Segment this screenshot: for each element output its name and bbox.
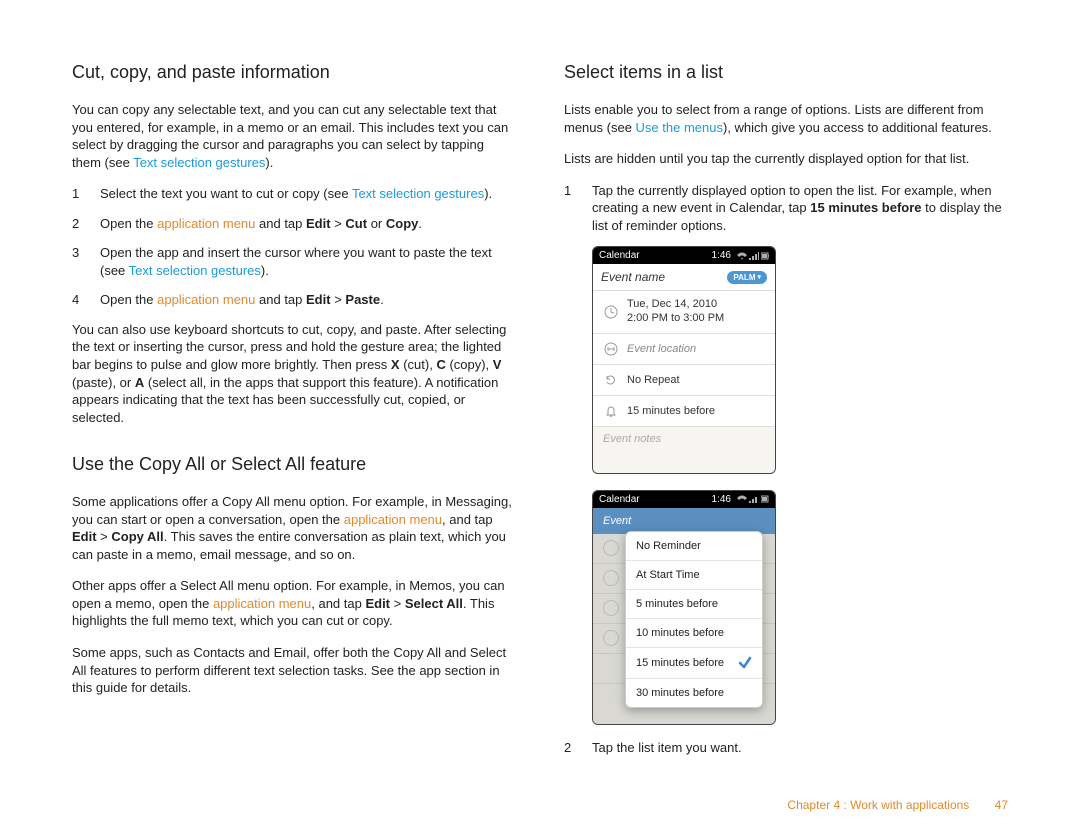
figure-wrapper-1: Calendar 1:46 Event name PALM Tue, Dec 1… (564, 246, 1008, 725)
link-use-menus[interactable]: Use the menus (636, 120, 723, 135)
status-bar: Calendar 1:46 (593, 247, 775, 264)
repeat-row[interactable]: No Repeat (593, 365, 775, 396)
right-column: Select items in a list Lists enable you … (564, 60, 1008, 768)
step-number: 1 (72, 185, 82, 203)
step-number: 3 (72, 244, 82, 279)
reminder-label: 15 minutes before (627, 405, 715, 417)
link-application-menu-2[interactable]: application menu (157, 292, 255, 307)
chapter-label: Chapter 4 : Work with applications (787, 798, 969, 812)
repeat-label: No Repeat (627, 374, 680, 386)
event-notes[interactable]: Event notes (593, 427, 775, 473)
location-icon (603, 341, 619, 357)
app-title: Calendar (599, 494, 712, 505)
battery-icon (761, 252, 769, 260)
status-time: 1:46 (712, 494, 731, 505)
clock-icon (603, 304, 619, 320)
link-application-menu-3[interactable]: application menu (344, 512, 442, 527)
para-shortcuts: You can also use keyboard shortcuts to c… (72, 321, 516, 426)
step-number: 2 (564, 739, 574, 757)
link-application-menu-1[interactable]: application menu (157, 216, 255, 231)
reminder-row[interactable]: 15 minutes before (593, 396, 775, 427)
status-icons (737, 495, 769, 503)
heading-copy-all: Use the Copy All or Select All feature (72, 454, 516, 475)
phone-mock-2: Calendar 1:46 Event No Reminder At Start… (592, 490, 776, 725)
location-label: Event location (627, 343, 696, 355)
popup-option[interactable]: No Reminder (626, 532, 762, 561)
event-name-input: Event name (601, 270, 727, 284)
wifi-icon (737, 495, 747, 503)
step-number: 1 (564, 182, 574, 235)
popup-option[interactable]: 30 minutes before (626, 679, 762, 707)
event-name-row[interactable]: Event name PALM (593, 264, 775, 291)
signal-icon (749, 252, 759, 260)
para-copyall-2: Other apps offer a Select All menu optio… (72, 577, 516, 630)
left-column: Cut, copy, and paste information You can… (72, 60, 516, 768)
date-row[interactable]: Tue, Dec 14, 2010 2:00 PM to 3:00 PM (593, 291, 775, 334)
step-2: 2 Open the application menu and tap Edit… (72, 215, 516, 233)
popup-option[interactable]: 5 minutes before (626, 590, 762, 619)
para-copyall-1: Some applications offer a Copy All menu … (72, 493, 516, 563)
page-columns: Cut, copy, and paste information You can… (72, 60, 1008, 768)
phone-mock-1: Calendar 1:46 Event name PALM Tue, Dec 1… (592, 246, 776, 474)
app-title: Calendar (599, 250, 712, 261)
palm-badge[interactable]: PALM (727, 271, 767, 284)
status-bar: Calendar 1:46 (593, 491, 775, 508)
wifi-icon (737, 252, 747, 260)
signal-icon (749, 495, 759, 503)
popup-option-selected[interactable]: 15 minutes before (626, 648, 762, 679)
step-3: 3 Open the app and insert the cursor whe… (72, 244, 516, 279)
step-number: 2 (72, 215, 82, 233)
link-text-selection-1[interactable]: Text selection gestures (133, 155, 265, 170)
heading-cut-copy-paste: Cut, copy, and paste information (72, 62, 516, 83)
para-lists-2: Lists are hidden until you tap the curre… (564, 150, 1008, 168)
event-band: Event (593, 508, 775, 534)
battery-icon (761, 495, 769, 503)
link-application-menu-4[interactable]: application menu (213, 596, 311, 611)
heading-select-items: Select items in a list (564, 62, 1008, 83)
step-number: 4 (72, 291, 82, 309)
para-copyall-3: Some apps, such as Contacts and Email, o… (72, 644, 516, 697)
para-lists-1: Lists enable you to select from a range … (564, 101, 1008, 136)
para-intro: You can copy any selectable text, and yo… (72, 101, 516, 171)
location-row[interactable]: Event location (593, 334, 775, 365)
status-time: 1:46 (712, 250, 731, 261)
popup-option[interactable]: At Start Time (626, 561, 762, 590)
reminder-popup: No Reminder At Start Time 5 minutes befo… (625, 531, 763, 708)
link-text-selection-2[interactable]: Text selection gestures (352, 186, 484, 201)
page-number: 47 (995, 798, 1008, 812)
repeat-icon (603, 372, 619, 388)
link-text-selection-3[interactable]: Text selection gestures (129, 263, 261, 278)
check-icon (738, 656, 752, 670)
page-footer: Chapter 4 : Work with applications 47 (787, 798, 1008, 812)
right-step-1: 1 Tap the currently displayed option to … (564, 182, 1008, 235)
step-1: 1 Select the text you want to cut or cop… (72, 185, 516, 203)
status-icons (737, 252, 769, 260)
bell-icon (603, 403, 619, 419)
popup-option[interactable]: 10 minutes before (626, 619, 762, 648)
step-4: 4 Open the application menu and tap Edit… (72, 291, 516, 309)
right-step-2: 2 Tap the list item you want. (564, 739, 1008, 757)
